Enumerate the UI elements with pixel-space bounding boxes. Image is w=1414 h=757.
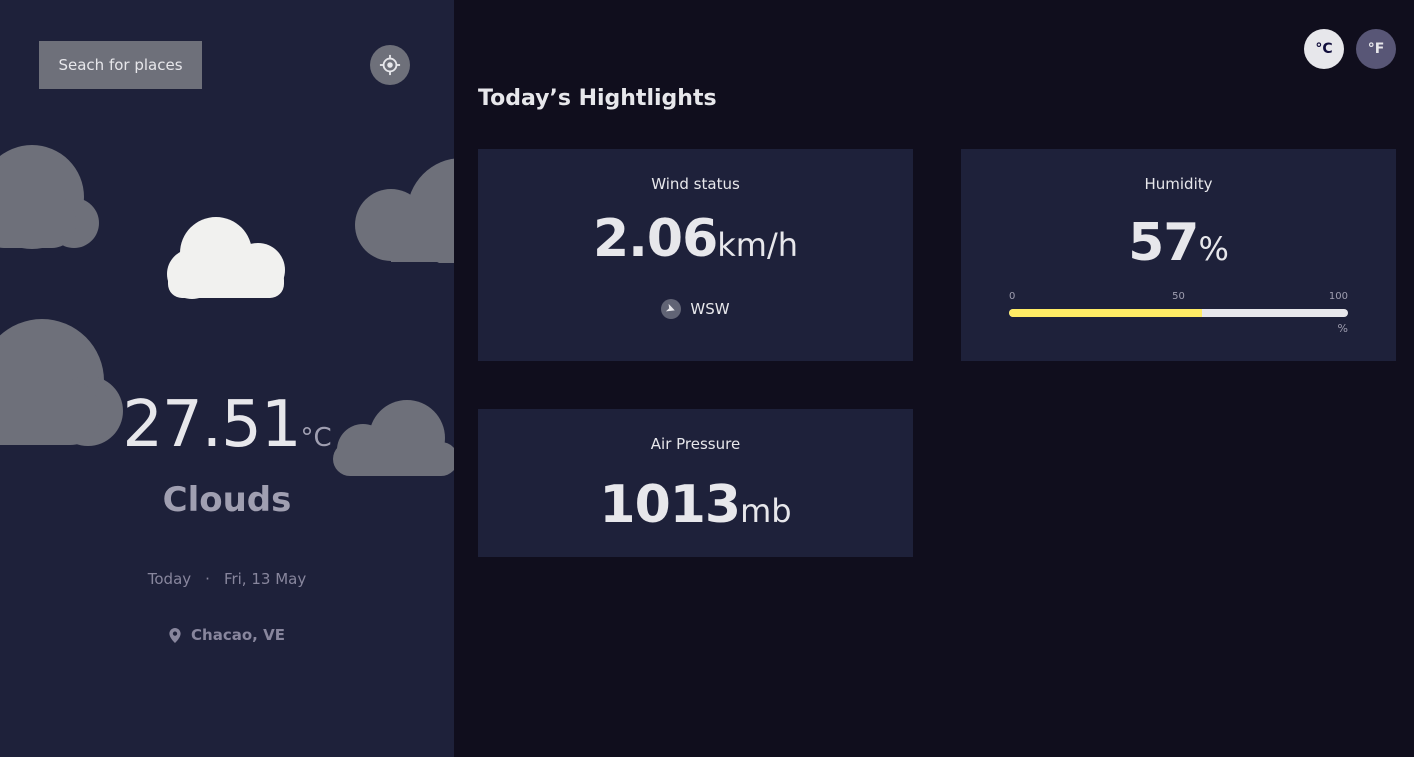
location-row: Chacao, VE xyxy=(0,626,454,644)
scale-mid-label: 50 xyxy=(1172,291,1185,302)
wind-speed-unit: km/h xyxy=(717,226,799,264)
humidity: 57% xyxy=(961,213,1396,273)
scale-max-label: 100 xyxy=(1328,291,1348,302)
pressure-value: 1013 xyxy=(599,475,741,535)
pressure-card-title: Air Pressure xyxy=(650,435,741,453)
wind-status-card: Wind status 2.06km/h WSW xyxy=(478,149,913,361)
scale-unit-label: % xyxy=(1337,322,1348,335)
search-places-button[interactable]: Seach for places xyxy=(39,41,202,89)
wind-speed-value: 2.06 xyxy=(592,209,718,269)
wind-direction-label: WSW xyxy=(690,300,730,318)
temperature-value: 27.51 xyxy=(122,388,301,462)
gps-crosshair-icon xyxy=(379,54,401,76)
navigation-arrow-icon xyxy=(661,299,682,319)
location-name: Chacao, VE xyxy=(191,626,285,644)
highlights-title: Today’s Hightlights xyxy=(478,86,717,111)
current-temperature: 27.51°C xyxy=(0,388,454,462)
sidebar: Seach for places 27.51°C Clouds Today · … xyxy=(0,0,454,757)
cloud-icon xyxy=(167,217,285,299)
date-row: Today · Fri, 13 May xyxy=(0,570,454,588)
air-pressure-card: Air Pressure 1013mb xyxy=(478,409,913,557)
weather-condition: Clouds xyxy=(162,480,292,520)
pressure-unit: mb xyxy=(740,492,792,530)
date-separator: · xyxy=(205,570,210,588)
location-pin-icon xyxy=(169,627,181,643)
air-pressure: 1013mb xyxy=(478,475,913,535)
temperature-unit: °C xyxy=(300,423,332,453)
wind-card-title: Wind status xyxy=(651,175,740,193)
background-cloud-icon xyxy=(355,158,454,263)
humidity-value: 57 xyxy=(1128,213,1199,273)
fahrenheit-toggle-button[interactable]: °F xyxy=(1356,29,1396,69)
humidity-progress-fill xyxy=(1009,309,1203,317)
date-today-label: Today xyxy=(147,570,192,588)
date-value: Fri, 13 May xyxy=(223,570,307,588)
humidity-progress-bar xyxy=(1009,309,1348,317)
humidity-scale: 0 50 100 xyxy=(1009,291,1348,303)
humidity-unit: % xyxy=(1198,230,1229,268)
celsius-toggle-button[interactable]: °C xyxy=(1304,29,1344,69)
scale-min-label: 0 xyxy=(1009,291,1016,302)
humidity-card-title: Humidity xyxy=(1144,175,1213,193)
wind-speed: 2.06km/h xyxy=(478,209,913,269)
locate-button[interactable] xyxy=(370,45,410,85)
humidity-card: Humidity 57% 0 50 100 % xyxy=(961,149,1396,361)
background-cloud-icon xyxy=(0,145,99,249)
wind-direction: WSW xyxy=(478,299,913,319)
